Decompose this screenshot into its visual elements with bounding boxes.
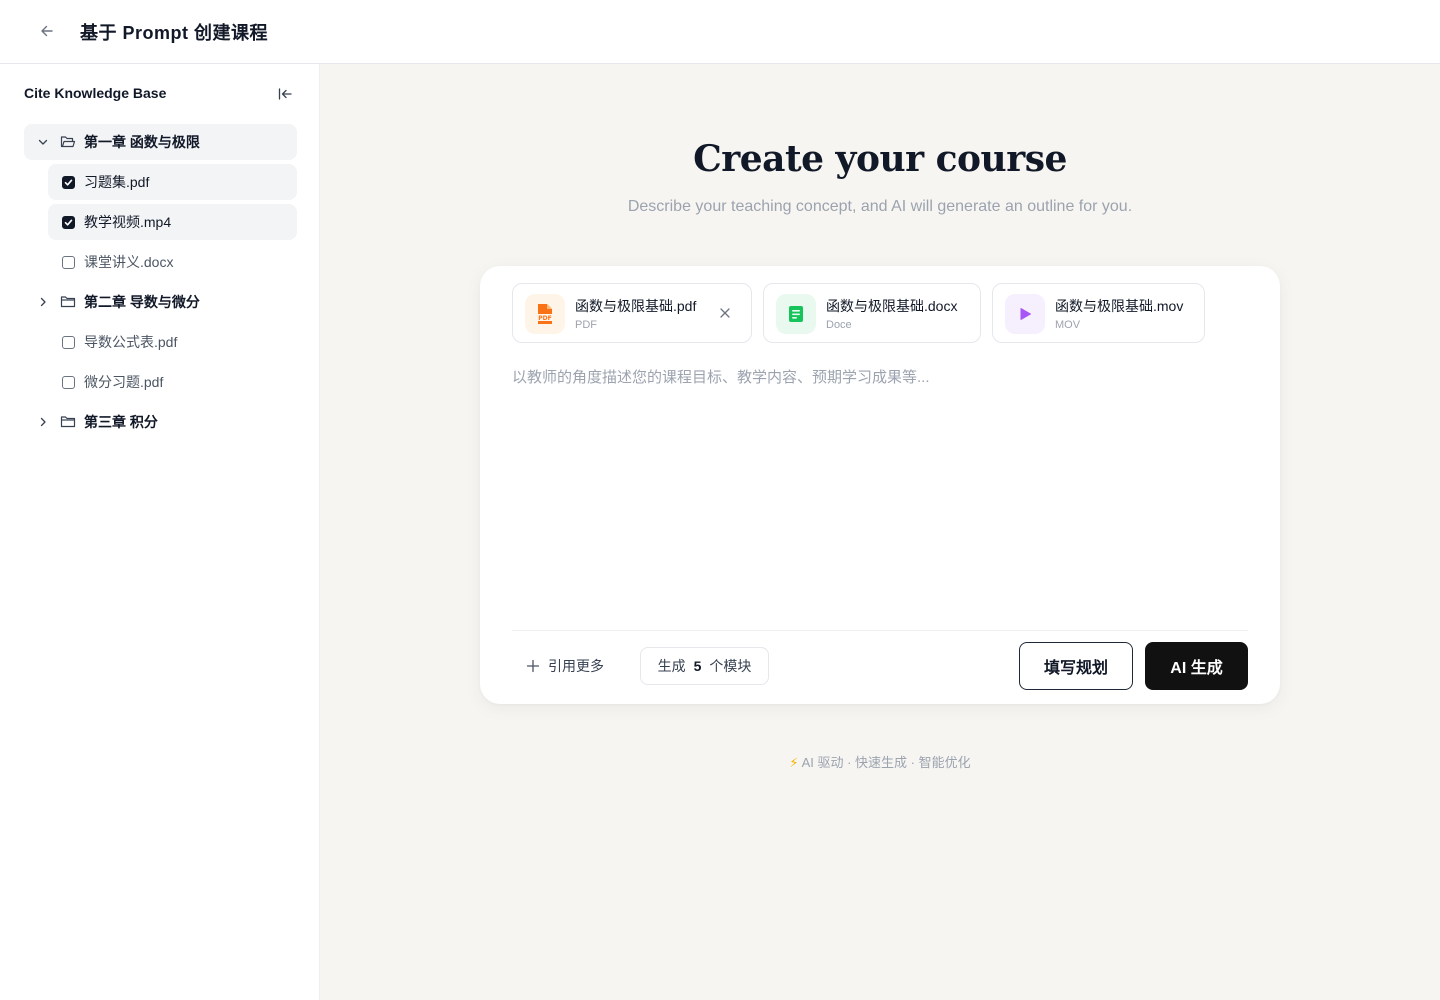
folder-icon xyxy=(59,294,76,311)
file-label: 教学视频.mp4 xyxy=(84,214,172,230)
divider xyxy=(512,630,1248,631)
checkbox-unchecked[interactable] xyxy=(62,255,75,269)
fill-plan-button[interactable]: 填写规划 xyxy=(1019,642,1133,690)
collapse-sidebar-button[interactable] xyxy=(274,83,296,105)
chevron-right-icon[interactable] xyxy=(36,415,50,429)
attachment-chip[interactable]: 函数与极限基础.mov MOV xyxy=(992,283,1205,343)
checkbox-checked[interactable] xyxy=(62,175,75,189)
modules-count: 5 xyxy=(693,658,702,674)
attachment-chip[interactable]: PDF 函数与极限基础.pdf PDF xyxy=(512,283,752,343)
checkbox-unchecked[interactable] xyxy=(62,335,75,349)
tree-file-item[interactable]: 习题集.pdf xyxy=(48,164,297,200)
attachment-name: 函数与极限基础.docx xyxy=(826,298,958,314)
attachment-name: 函数与极限基础.mov xyxy=(1055,298,1184,314)
check-icon xyxy=(64,179,73,186)
sidebar-title: Cite Knowledge Base xyxy=(24,85,167,101)
attachment-name: 函数与极限基础.pdf xyxy=(575,298,697,314)
folder-label: 第三章 积分 xyxy=(84,414,158,430)
folder-label: 第一章 函数与极限 xyxy=(84,134,200,150)
prompt-input[interactable] xyxy=(512,366,1248,616)
play-icon xyxy=(1005,294,1045,334)
attachment-type: Doce xyxy=(826,319,852,331)
remove-attachment-button[interactable] xyxy=(717,305,733,321)
file-label: 微分习题.pdf xyxy=(84,374,164,390)
cite-more-button[interactable]: 引用更多 xyxy=(526,654,604,678)
folder-chapter-1[interactable]: 第一章 函数与极限 xyxy=(24,124,297,160)
prompt-card: PDF 函数与极限基础.pdf PDF 函数与极限基础.docx Doce 函数… xyxy=(480,266,1280,704)
check-icon xyxy=(64,219,73,226)
collapse-left-icon xyxy=(278,88,292,100)
folder-label: 第二章 导数与微分 xyxy=(84,294,200,310)
doc-file-icon xyxy=(776,294,816,334)
main-content: Create your course Describe your teachin… xyxy=(320,64,1440,1000)
folder-chapter-3[interactable]: 第三章 积分 xyxy=(24,404,297,440)
chevron-right-icon[interactable] xyxy=(36,295,50,309)
folder-icon xyxy=(59,414,76,431)
ai-generate-button[interactable]: AI 生成 xyxy=(1145,642,1248,690)
knowledge-base-sidebar: Cite Knowledge Base 第一章 函数与极限 习题集.pdf 教学… xyxy=(0,64,320,1000)
tree-file-item[interactable]: 课堂讲义.docx xyxy=(48,244,297,280)
hero-title: Create your course xyxy=(693,138,1067,180)
folder-chapter-2[interactable]: 第二章 导数与微分 xyxy=(24,284,297,320)
modules-suffix: 个模块 xyxy=(709,658,752,674)
file-label: 习题集.pdf xyxy=(84,174,150,190)
checkbox-unchecked[interactable] xyxy=(62,375,75,389)
lightning-icon: ⚡ xyxy=(789,755,799,770)
top-bar: 基于 Prompt 创建课程 xyxy=(0,0,1440,64)
footer-note-text: AI 驱动 · 快速生成 · 智能优化 xyxy=(801,755,971,770)
close-icon xyxy=(720,308,730,318)
tree-file-item[interactable]: 教学视频.mp4 xyxy=(48,204,297,240)
back-button[interactable] xyxy=(34,18,60,44)
checkbox-checked[interactable] xyxy=(62,215,75,229)
file-label: 导数公式表.pdf xyxy=(84,334,178,350)
chevron-down-icon[interactable] xyxy=(36,135,50,149)
svg-text:PDF: PDF xyxy=(538,315,551,322)
arrow-left-icon xyxy=(41,25,53,37)
module-count-selector[interactable]: 生成 5 个模块 xyxy=(640,647,769,685)
attachment-type: PDF xyxy=(575,319,597,331)
hero-subtitle: Describe your teaching concept, and AI w… xyxy=(627,198,1133,215)
modules-prefix: 生成 xyxy=(657,658,686,674)
footer-note: ⚡ AI 驱动 · 快速生成 · 智能优化 xyxy=(320,752,1440,771)
page-title: 基于 Prompt 创建课程 xyxy=(80,23,269,43)
folder-open-icon xyxy=(59,134,76,151)
attachment-chip[interactable]: 函数与极限基础.docx Doce xyxy=(763,283,981,343)
tree-file-item[interactable]: 导数公式表.pdf xyxy=(48,324,297,360)
knowledge-tree: 第一章 函数与极限 习题集.pdf 教学视频.mp4 课堂讲义.docx 第二章… xyxy=(24,124,297,444)
file-label: 课堂讲义.docx xyxy=(84,254,174,270)
plus-icon xyxy=(526,659,540,673)
attachment-type: MOV xyxy=(1055,319,1081,331)
tree-file-item[interactable]: 微分习题.pdf xyxy=(48,364,297,400)
cite-more-label: 引用更多 xyxy=(548,658,604,674)
pdf-file-icon: PDF xyxy=(525,294,565,334)
